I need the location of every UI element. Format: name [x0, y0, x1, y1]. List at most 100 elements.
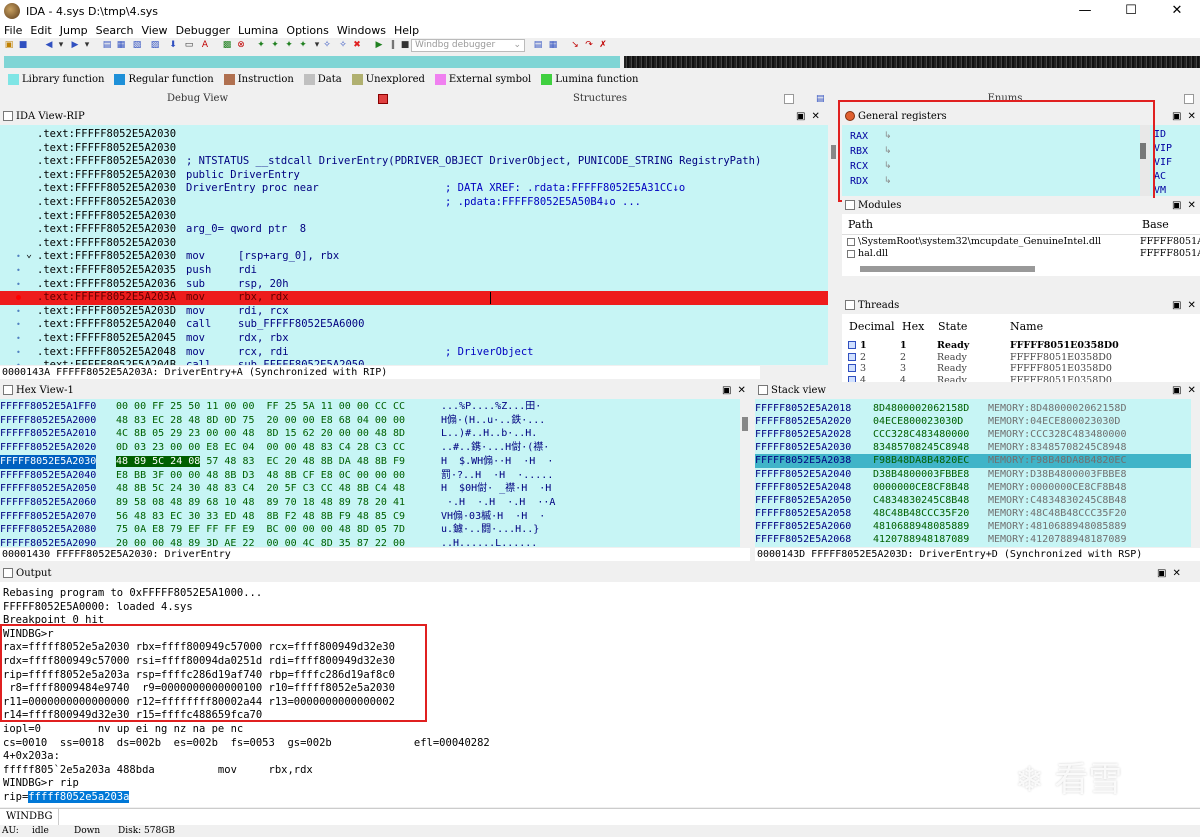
forward-icon[interactable]: ▶ [70, 40, 80, 50]
disasm-line[interactable]: .text:FFFFF8052E5A2030 ; NTSTATUS __stdca… [0, 155, 828, 169]
disasm-line[interactable]: .text:FFFFF8052E5A2030 public DriverEntry [0, 169, 828, 183]
hex-row[interactable]: FFFFF8052E5A2000 48 83 EC 28 48 8D 0D 75 … [0, 414, 740, 428]
debugger-options-icon[interactable]: ▤ [533, 40, 543, 50]
pane-window-buttons[interactable]: ▣✕ [1157, 566, 1187, 581]
delete-icon[interactable]: ✖ [352, 40, 362, 50]
func-icon[interactable]: ✦ [298, 40, 308, 50]
attach-icon[interactable]: ▦ [548, 40, 558, 50]
image-icon[interactable]: ▩ [222, 40, 232, 50]
disasm-line[interactable]: • .text:FFFFF8052E5A203D mov rdi, rcx [0, 305, 828, 319]
back-icon[interactable]: ◀ [44, 40, 54, 50]
stack-row[interactable]: FFFFF8052E5A2030 83485708245C8948 MEMORY:8… [755, 441, 1191, 455]
disasm-line[interactable]: .text:FFFFF8052E5A203A mov rbx, rdx [0, 291, 828, 305]
pane-window-buttons[interactable]: ▣✕ [796, 109, 826, 124]
breakpoint-icon[interactable] [16, 295, 21, 301]
hex-row[interactable]: FFFFF8052E5A2010 4C 8B 05 29 23 00 00 48 … [0, 427, 740, 441]
step-over-icon[interactable]: ↷ [584, 40, 594, 50]
close-tab-icon[interactable] [378, 94, 388, 104]
disasm-line[interactable]: • .text:FFFFF8052E5A2035 push rdi [0, 264, 828, 278]
debugger-select[interactable]: Windbg debugger ⌄ [411, 39, 525, 52]
flow-icon[interactable]: ✦ [270, 40, 280, 50]
ascii-icon[interactable]: A [200, 40, 210, 50]
hex-row[interactable]: FFFFF8052E5A2060 89 58 08 48 89 68 10 48 … [0, 496, 740, 510]
threads-col-name[interactable]: Name [1010, 320, 1043, 333]
menu-lumina[interactable]: Lumina [234, 24, 282, 37]
menu-options[interactable]: Options [282, 24, 332, 37]
command-input[interactable] [58, 809, 1200, 825]
modules-hscroll-thumb[interactable] [860, 266, 1035, 272]
stack-view-pane[interactable]: FFFFF8052E5A2018 8D4800002062158D MEMORY:8… [755, 399, 1191, 547]
thread-state[interactable]: Ready [937, 340, 969, 351]
thread-name[interactable]: FFFFF8051E0358D0 [1010, 375, 1112, 383]
stack-row[interactable]: FFFFF8052E5A2060 4810688948085889 MEMORY:4… [755, 520, 1191, 534]
open-folder-icon[interactable]: ▣ [4, 40, 14, 50]
hex-row[interactable]: FFFFF8052E5A2090 20 00 00 48 89 3D AE 22 … [0, 537, 740, 547]
hex-view-pane[interactable]: FFFFF8052E5A1FF0 00 00 FF 25 50 11 00 00 … [0, 399, 740, 547]
stack-row[interactable]: FFFFF8052E5A2028 CCC328C483480000 MEMORY:C… [755, 428, 1191, 442]
stack-row[interactable]: FFFFF8052E5A2040 D38B4800003FBBE8 MEMORY:D… [755, 468, 1191, 482]
threads-table[interactable]: Decimal Hex State Name 1 1 Ready FFFFF8051E… [842, 314, 1200, 382]
output-selected-text[interactable]: fffff8052e5a203a [28, 791, 130, 803]
thread-name[interactable]: FFFFF8051E0358D0 [1010, 363, 1112, 374]
modules-col-base[interactable]: Base [1142, 218, 1169, 231]
stack-row[interactable]: FFFFF8052E5A2050 C4834830245C8B48 MEMORY:C… [755, 494, 1191, 508]
xref-icon[interactable]: ✦ [284, 40, 294, 50]
stack-row[interactable]: FFFFF8052E5A2020 04ECE800023030D MEMORY:04… [755, 415, 1191, 429]
thread-hex[interactable]: 1 [900, 340, 907, 351]
back-dropdown-icon[interactable]: ▾ [56, 40, 66, 50]
flags-pane[interactable]: ID VIP VIF AC VM [1150, 125, 1200, 196]
graph-icon[interactable]: ✦ [256, 40, 266, 50]
menu-windows[interactable]: Windows [333, 24, 390, 37]
disasm-line[interactable]: .text:FFFFF8052E5A2030 [0, 237, 828, 251]
flag-ac[interactable]: AC [1154, 171, 1166, 182]
hex-selected-bytes[interactable]: 48 89 5C 24 08 [116, 455, 201, 467]
hex-view-scroll-thumb[interactable] [742, 417, 748, 431]
menu-file[interactable]: File [0, 24, 26, 37]
modules-col-path[interactable]: Path [848, 218, 873, 231]
module-base[interactable]: FFFFF8051A [1140, 236, 1200, 247]
stack-view-scrollbar[interactable] [1191, 399, 1200, 547]
collapse-arrow-icon[interactable]: ⌄ [26, 248, 32, 262]
menu-search[interactable]: Search [92, 24, 138, 37]
threads-col-decimal[interactable]: Decimal [849, 320, 895, 333]
breakpoint-list-icon[interactable]: ✧ [322, 40, 332, 50]
save-icon[interactable]: ■ [18, 40, 28, 50]
flag-vm[interactable]: VM [1154, 185, 1166, 196]
run-to-cursor-icon[interactable]: ✗ [598, 40, 608, 50]
flag-id[interactable]: ID [1154, 129, 1166, 140]
threads-col-hex[interactable]: Hex [902, 320, 924, 333]
hex-row[interactable]: FFFFF8052E5A1FF0 00 00 FF 25 50 11 00 00 … [0, 400, 740, 414]
close-tab-icon[interactable] [784, 94, 794, 104]
stack-row[interactable]: FFFFF8052E5A2068 4120788948187089 MEMORY:4… [755, 533, 1191, 547]
search-text-icon[interactable]: ▦ [116, 40, 126, 50]
search-bin-icon[interactable]: ▧ [132, 40, 142, 50]
forward-dropdown-icon[interactable]: ▾ [82, 40, 92, 50]
hex-row[interactable]: FFFFF8052E5A2070 56 48 83 EC 30 33 ED 48 … [0, 510, 740, 524]
hex-view-scrollbar[interactable] [740, 399, 750, 547]
module-base[interactable]: FFFFF8051A [1140, 248, 1200, 259]
code-icon[interactable]: ▭ [184, 40, 194, 50]
terminate-icon[interactable]: ■ [400, 40, 410, 50]
disasm-line[interactable]: • .text:FFFFF8052E5A204B call sub_FFFFF8052… [0, 359, 828, 365]
pane-window-buttons[interactable]: ▣✕ [1172, 198, 1200, 213]
ida-view-scrollbar[interactable] [828, 125, 838, 365]
menu-edit[interactable]: Edit [26, 24, 55, 37]
pane-window-buttons[interactable]: ▣✕ [722, 383, 752, 398]
pane-window-buttons[interactable]: ▣✕ [1172, 383, 1200, 398]
flag-vip[interactable]: VIP [1154, 143, 1172, 154]
thread-dec[interactable]: 2 [860, 352, 866, 363]
pane-window-buttons[interactable]: ▣✕ [1172, 298, 1200, 313]
disasm-line[interactable]: .text:FFFFF8052E5A2030 [0, 128, 828, 142]
disasm-line[interactable]: .text:FFFFF8052E5A2030 arg_0= qword ptr 8 [0, 223, 828, 237]
modules-table[interactable]: Path Base \SystemRoot\system32\mcupdate_… [842, 214, 1200, 276]
close-tab-icon[interactable] [1184, 94, 1194, 104]
disasm-line[interactable]: .text:FFFFF8052E5A2030 ; .pdata:FFFFF8052… [0, 196, 828, 210]
close-button[interactable]: ✕ [1154, 0, 1200, 22]
step-into-icon[interactable]: ↘ [570, 40, 580, 50]
menu-help[interactable]: Help [390, 24, 423, 37]
stop-icon[interactable]: ⊗ [236, 40, 246, 50]
module-path[interactable]: hal.dll [858, 248, 888, 259]
ida-view-disassembly[interactable]: .text:FFFFF8052E5A2030 .text:FFFFF8052E5A… [0, 125, 828, 365]
thread-hex[interactable]: 2 [900, 352, 906, 363]
menu-view[interactable]: View [137, 24, 171, 37]
